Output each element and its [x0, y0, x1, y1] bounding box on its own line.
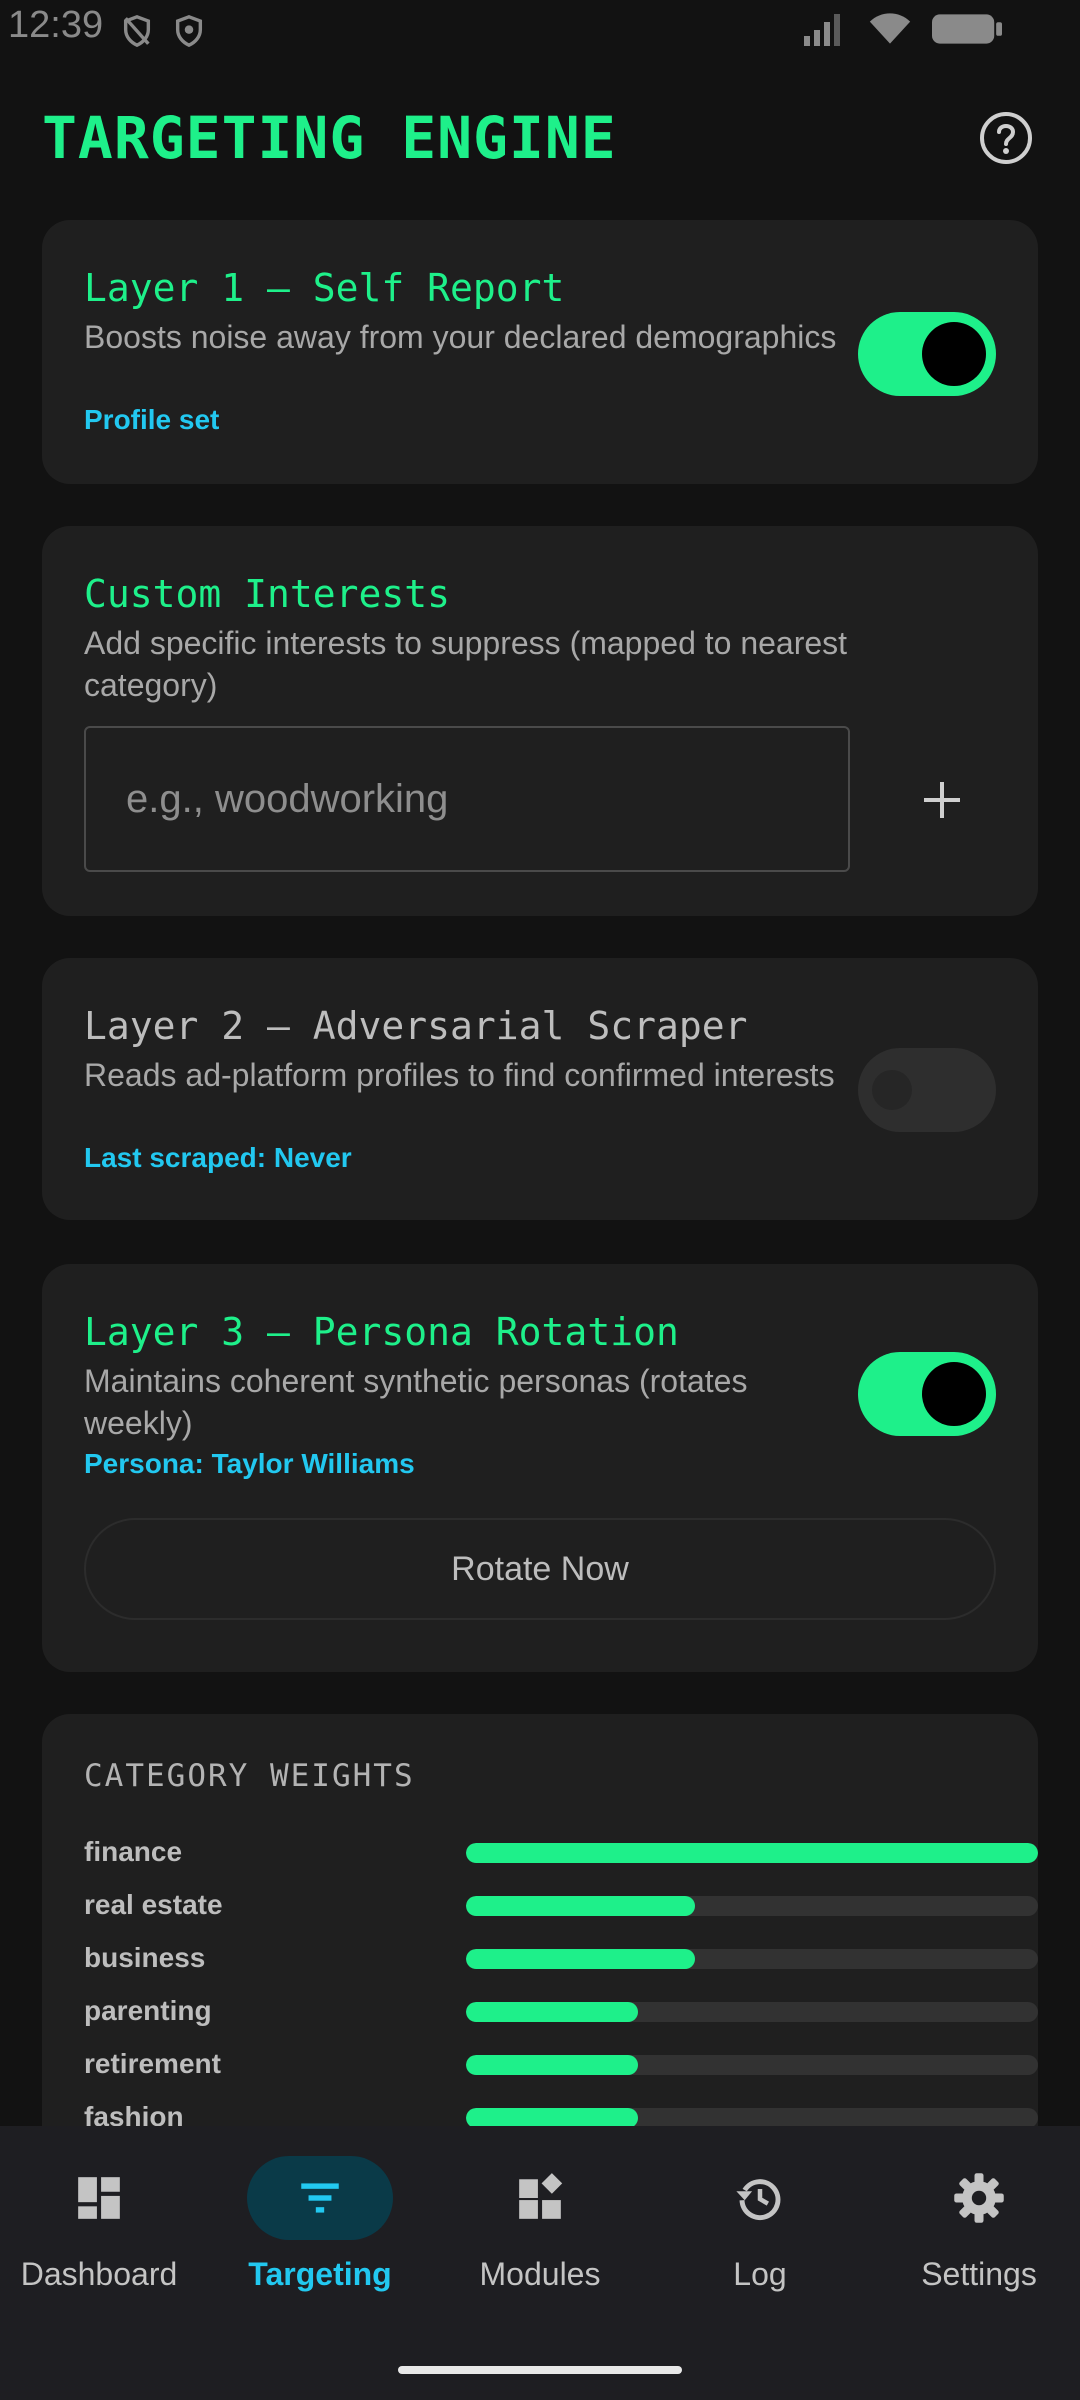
interest-input[interactable] — [84, 726, 850, 872]
layer1-toggle[interactable] — [858, 312, 996, 396]
nav-log[interactable]: Log — [652, 2156, 868, 2356]
custom-interests-card: Custom Interests Add specific interests … — [42, 526, 1038, 916]
layer3-status: Persona: Taylor Williams — [84, 1448, 415, 1479]
weight-label: retirement — [84, 2048, 221, 2079]
filter-icon — [301, 2183, 339, 2213]
nav-dashboard[interactable]: Dashboard — [0, 2156, 207, 2356]
history-icon — [736, 2179, 781, 2221]
status-time: 12:39 — [8, 4, 104, 46]
weight-bar-fill — [466, 2108, 638, 2128]
weight-bar-fill — [466, 1949, 695, 1969]
weight-bar-fill — [466, 1896, 695, 1916]
layer1-description: Boosts noise away from your declared dem… — [84, 319, 837, 355]
layer2-toggle[interactable] — [858, 1048, 996, 1132]
layer2-card: Layer 2 — Adversarial Scraper Reads ad-p… — [42, 958, 1038, 1220]
weight-bar-track — [466, 2002, 1038, 2022]
bottom-navigation: Dashboard Targeting Modules Log Settings — [0, 2126, 1080, 2400]
nav-settings[interactable]: Settings — [871, 2156, 1080, 2356]
weight-bar-fill — [466, 2055, 638, 2075]
wifi-icon — [869, 13, 911, 44]
plus-icon — [924, 782, 960, 818]
weight-label: finance — [84, 1836, 183, 1867]
widgets-icon — [519, 2173, 563, 2219]
signal-icon — [804, 14, 840, 46]
nav-modules-label: Modules — [479, 2256, 601, 2292]
category-weights-card: CATEGORY WEIGHTS finance real estate busin… — [42, 1714, 1038, 2154]
layer1-status: Profile set — [84, 404, 220, 435]
weight-row: business — [84, 1938, 1038, 1978]
nav-log-label: Log — [733, 2256, 787, 2292]
weight-bar-track — [466, 1843, 1038, 1863]
weight-label: real estate — [84, 1889, 223, 1920]
nav-modules[interactable]: Modules — [432, 2156, 648, 2356]
nav-targeting-label: Targeting — [248, 2256, 392, 2292]
weight-bar-track — [466, 1949, 1038, 1969]
layer3-title: Layer 3 — Persona Rotation — [84, 1310, 679, 1354]
add-interest-button[interactable] — [904, 762, 980, 838]
layer1-title: Layer 1 — Self Report — [84, 266, 565, 310]
help-circle-icon[interactable] — [978, 110, 1034, 166]
status-bar: 12:39 — [0, 0, 1080, 60]
layer2-title: Layer 2 — Adversarial Scraper — [84, 1004, 748, 1048]
custom-interests-title: Custom Interests — [84, 572, 451, 616]
layer3-card: Layer 3 — Persona Rotation Maintains coh… — [42, 1264, 1038, 1672]
weight-row: parenting — [84, 1991, 1038, 2031]
layer2-description: Reads ad-platform profiles to find confi… — [84, 1057, 835, 1093]
weight-row: retirement — [84, 2044, 1038, 2084]
rotate-now-button[interactable]: Rotate Now — [84, 1518, 996, 1620]
shield-icon — [175, 15, 203, 48]
toggle-knob — [872, 1070, 912, 1110]
nav-targeting[interactable]: Targeting — [212, 2156, 428, 2356]
home-indicator — [398, 2366, 682, 2374]
category-weights-title: CATEGORY WEIGHTS — [84, 1758, 415, 1794]
weight-bar-track — [466, 2108, 1038, 2128]
layer2-status: Last scraped: Never — [84, 1142, 352, 1173]
weight-label: business — [84, 1942, 206, 1973]
toggle-knob — [922, 322, 986, 386]
custom-interests-description: Add specific interests to suppress (mapp… — [84, 625, 848, 703]
weight-bar-fill — [466, 2002, 638, 2022]
layer1-card: Layer 1 — Self Report Boosts noise away … — [42, 220, 1038, 484]
weight-bar-track — [466, 1896, 1038, 1916]
page-title: TARGETING ENGINE — [42, 104, 617, 172]
shield-off-icon — [123, 15, 151, 48]
weight-bar-fill — [466, 1843, 1038, 1863]
battery-icon — [932, 14, 1002, 44]
weight-label: parenting — [84, 1995, 212, 2026]
gear-icon — [954, 2173, 1004, 2223]
layer3-description: Maintains coherent synthetic personas (r… — [84, 1363, 748, 1441]
weight-row: finance — [84, 1832, 1038, 1872]
dashboard-icon — [78, 2177, 120, 2219]
layer3-toggle[interactable] — [858, 1352, 996, 1436]
toggle-knob — [922, 1362, 986, 1426]
weight-row: real estate — [84, 1885, 1038, 1925]
nav-settings-label: Settings — [921, 2256, 1037, 2292]
weight-bar-track — [466, 2055, 1038, 2075]
nav-dashboard-label: Dashboard — [20, 2256, 178, 2292]
